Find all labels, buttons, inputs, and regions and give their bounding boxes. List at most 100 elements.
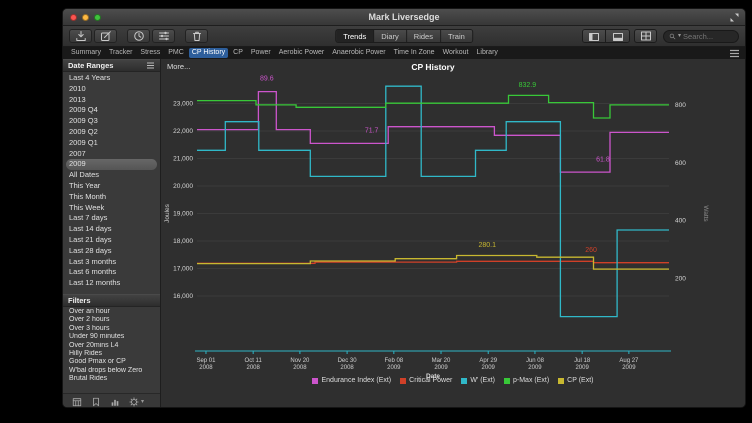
x-tick-label: Dec 302008 xyxy=(338,358,358,371)
search-field: ▾ xyxy=(663,30,739,43)
sidebar-item-2013[interactable]: 2013 xyxy=(63,95,160,106)
sidebar-item-2007[interactable]: 2007 xyxy=(63,149,160,160)
search-scope-caret-icon[interactable]: ▾ xyxy=(678,33,681,39)
series-p-max-ext xyxy=(197,95,669,118)
filter-item-good-pmax-or-cp[interactable]: Good Pmax or CP xyxy=(63,358,160,366)
search-icon xyxy=(669,32,676,41)
series-group xyxy=(197,86,669,316)
sidebar-item-last-7-days[interactable]: Last 7 days xyxy=(63,213,160,224)
sidebar-item-2009-q3[interactable]: 2009 Q3 xyxy=(63,116,160,127)
search-input[interactable] xyxy=(683,32,733,41)
cp-history-chart: 23,00022,00021,00020,00019,00018,00017,0… xyxy=(161,75,745,385)
trash-icon xyxy=(191,30,203,42)
toggle-sidebar-button[interactable] xyxy=(583,30,606,43)
sidebar-item-2009[interactable]: 2009 xyxy=(66,159,157,170)
sidebar-item-last-3-months[interactable]: Last 3 months xyxy=(63,257,160,268)
tab-aerobic-power[interactable]: Aerobic Power xyxy=(276,48,328,58)
minimize-window-button[interactable] xyxy=(82,14,89,21)
date-ranges-header: Date Ranges xyxy=(63,59,160,72)
legend-label: p-Max (Ext) xyxy=(513,377,549,384)
tab-anaerobic-power[interactable]: Anaerobic Power xyxy=(329,48,388,58)
fullscreen-icon[interactable] xyxy=(729,12,740,23)
sidebar-item-last-14-days[interactable]: Last 14 days xyxy=(63,224,160,235)
bookmark-icon xyxy=(91,397,101,407)
sidebar-item-last-12-months[interactable]: Last 12 months xyxy=(63,278,160,289)
tab-summary[interactable]: Summary xyxy=(68,48,104,58)
sidebar: Date Ranges Last 4 Years201020132009 Q42… xyxy=(63,59,161,408)
annotation-832-9: 832.9 xyxy=(519,82,537,89)
tab-stress[interactable]: Stress xyxy=(137,48,163,58)
import-ride-button[interactable] xyxy=(69,29,92,43)
sidebar-item-this-month[interactable]: This Month xyxy=(63,192,160,203)
zoom-window-button[interactable] xyxy=(94,14,101,21)
tab-menu-icon[interactable] xyxy=(729,49,740,58)
x-axis xyxy=(195,351,671,354)
segment-rides[interactable]: Rides xyxy=(407,30,441,42)
sidebar-item-last-6-months[interactable]: Last 6 months xyxy=(63,267,160,278)
sidebar-item-last-21-days[interactable]: Last 21 days xyxy=(63,235,160,246)
filter-item-over-2-hours[interactable]: Over 2 hours xyxy=(63,316,160,324)
date-ranges-menu-icon[interactable] xyxy=(146,62,155,69)
legend-label: W' (Ext) xyxy=(470,377,495,384)
segment-trends[interactable]: Trends xyxy=(336,30,374,42)
sidebar-item-this-year[interactable]: This Year xyxy=(63,181,160,192)
filter-item-over-20mins-l4[interactable]: Over 20mins L4 xyxy=(63,342,160,350)
sidebar-item-2009-q4[interactable]: 2009 Q4 xyxy=(63,105,160,116)
date-ranges-list: Last 4 Years201020132009 Q42009 Q32009 Q… xyxy=(63,72,160,290)
filter-item-w-bal-drops-below-zero[interactable]: W'bal drops below Zero xyxy=(63,367,160,375)
filter-item-over-3-hours[interactable]: Over 3 hours xyxy=(63,325,160,333)
tab-cp[interactable]: CP xyxy=(230,48,246,58)
tile-view-button[interactable] xyxy=(634,29,657,43)
sidebar-settings-button[interactable]: ▾ xyxy=(129,397,144,407)
segment-diary[interactable]: Diary xyxy=(374,30,407,42)
sidebar-item-all-dates[interactable]: All Dates xyxy=(63,170,160,181)
sidebar-chart-button[interactable] xyxy=(110,397,120,407)
download-icon xyxy=(75,30,87,42)
options-button[interactable] xyxy=(152,29,175,43)
legend-item-critical-power: Critical Power xyxy=(400,377,452,384)
sidebar-item-last-28-days[interactable]: Last 28 days xyxy=(63,246,160,257)
more-link[interactable]: More... xyxy=(167,62,190,71)
sidebar-bookmark-button[interactable] xyxy=(91,397,101,407)
sidebar-item-last-4-years[interactable]: Last 4 Years xyxy=(63,73,160,84)
window-title: Mark Liversedge xyxy=(63,12,745,22)
tab-library[interactable]: Library xyxy=(474,48,501,58)
tab-tracker[interactable]: Tracker xyxy=(106,48,135,58)
layout-toggle-group xyxy=(582,29,630,43)
legend-swatch xyxy=(504,378,510,384)
sidebar-item-this-week[interactable]: This Week xyxy=(63,203,160,214)
filter-item-over-an-hour[interactable]: Over an hour xyxy=(63,308,160,316)
sidebar-calendar-button[interactable] xyxy=(72,397,82,407)
manual-ride-button[interactable] xyxy=(94,29,117,43)
x-axis-labels: Sep 012008Oct 112008Nov 202008Dec 302008… xyxy=(196,358,639,371)
sidebar-item-2010[interactable]: 2010 xyxy=(63,84,160,95)
y-tick-label: 21,000 xyxy=(173,156,193,163)
legend-item-w-ext: W' (Ext) xyxy=(461,377,495,384)
sidebar-item-2009-q1[interactable]: 2009 Q1 xyxy=(63,138,160,149)
realtime-button[interactable] xyxy=(127,29,150,43)
filter-item-hilly-rides[interactable]: Hilly Rides xyxy=(63,350,160,358)
legend-swatch xyxy=(461,378,467,384)
delete-ride-button[interactable] xyxy=(185,29,208,43)
tab-power[interactable]: Power xyxy=(248,48,274,58)
sidebar-item-2009-q2[interactable]: 2009 Q2 xyxy=(63,127,160,138)
filter-item-under-90-minutes[interactable]: Under 90 minutes xyxy=(63,333,160,341)
tab-time-in-zone[interactable]: Time In Zone xyxy=(391,48,438,58)
compose-icon xyxy=(100,30,112,42)
x-tick-label: Apr 292009 xyxy=(479,358,497,371)
y-tick-label: 23,000 xyxy=(173,101,193,108)
view-segmented-control: TrendsDiaryRidesTrain xyxy=(335,29,473,43)
tab-cp-history[interactable]: CP History xyxy=(189,48,228,58)
sliders-icon xyxy=(158,30,170,42)
tab-workout[interactable]: Workout xyxy=(440,48,472,58)
legend-item-endurance-index-ext: Endurance Index (Ext) xyxy=(312,377,391,384)
y-tick-label: 19,000 xyxy=(173,211,193,218)
legend-swatch xyxy=(312,378,318,384)
segment-train[interactable]: Train xyxy=(441,30,472,42)
annotation-89-6: 89.6 xyxy=(260,75,274,82)
sidebar-footer: ▾ xyxy=(63,393,160,408)
toggle-bottombar-button[interactable] xyxy=(606,30,629,43)
tab-pmc[interactable]: PMC xyxy=(165,48,187,58)
filter-item-brutal-rides[interactable]: Brutal Rides xyxy=(63,375,160,383)
close-window-button[interactable] xyxy=(70,14,77,21)
